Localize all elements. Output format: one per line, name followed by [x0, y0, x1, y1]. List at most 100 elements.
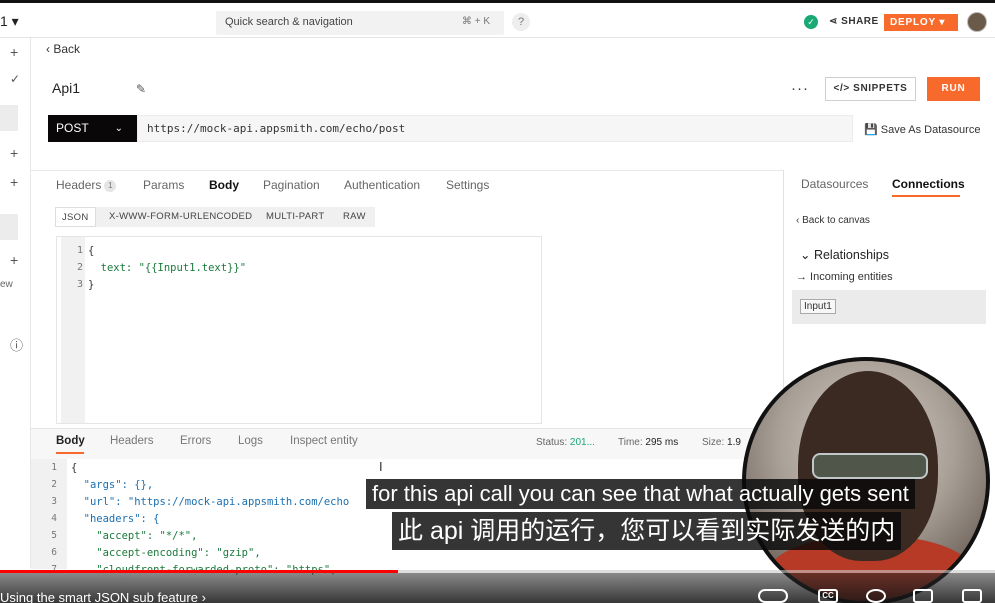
deploy-button[interactable]: DEPLOY ▾ [884, 14, 958, 31]
run-button[interactable]: RUN [927, 77, 980, 101]
time-value: 295 ms [645, 437, 679, 448]
request-tabs: Headers 1 Params Body Pagination Authenti… [31, 170, 783, 198]
tab-headers-label: Headers [56, 178, 102, 192]
code-line: text: "{{Input1.text}}" [88, 262, 247, 274]
back-to-canvas-link[interactable]: ‹ Back to canvas [796, 215, 870, 226]
help-circle-icon[interactable]: ⓘ [10, 335, 23, 354]
json-line: "accept-encoding": "gzip", [71, 547, 261, 559]
tab-authentication[interactable]: Authentication [344, 178, 420, 192]
response-tab-headers[interactable]: Headers [110, 435, 153, 447]
tab-datasources[interactable]: Datasources [801, 177, 868, 191]
miniplayer-icon[interactable] [913, 589, 933, 603]
json-line: "url": "https://mock-api.appsmith.com/ec… [71, 496, 350, 508]
video-progress-fill [0, 570, 398, 573]
time-label: Time: [618, 437, 643, 448]
response-time: Time: 295 ms [618, 437, 678, 448]
http-method-select[interactable]: POST ⌄ [48, 115, 137, 142]
code-line: { [88, 245, 95, 257]
size-value: 1.9 [727, 437, 741, 448]
editor-gutter: 1 2 3 [61, 237, 85, 423]
tab-headers[interactable]: Headers 1 [56, 178, 117, 192]
text-cursor-icon: I [379, 459, 383, 474]
caption-english: for this api call you can see that what … [366, 479, 915, 509]
line-number: 3 [51, 496, 57, 507]
entity-chip-input1[interactable]: Input1 [800, 299, 836, 314]
body-type-json[interactable]: JSON [55, 207, 96, 227]
relationships-toggle[interactable]: ⌄ Relationships [800, 247, 889, 262]
add-icon[interactable]: + [10, 252, 18, 268]
top-divider [0, 0, 995, 3]
add-icon[interactable]: + [10, 145, 18, 161]
size-label: Size: [702, 437, 725, 448]
tab-settings[interactable]: Settings [446, 178, 489, 192]
active-tab-indicator [56, 452, 84, 454]
more-options-icon[interactable]: ··· [791, 80, 809, 97]
url-input[interactable]: https://mock-api.appsmith.com/echo/post [137, 115, 853, 142]
body-type-raw[interactable]: RAW [337, 207, 372, 227]
api-name[interactable]: Api1 [52, 80, 80, 96]
help-icon[interactable]: ? [512, 13, 530, 31]
share-icon: ⋖ [829, 16, 842, 27]
response-tab-body[interactable]: Body [56, 435, 85, 447]
presenter-glasses [812, 453, 928, 479]
headers-count-badge: 1 [104, 180, 117, 192]
line-number: 1 [76, 245, 83, 256]
save-icon: 💾 [864, 124, 881, 136]
chapter-title[interactable]: Using the smart JSON sub feature › [0, 590, 206, 603]
body-type-form-urlencoded[interactable]: X-WWW-FORM-URLENCODED [103, 207, 258, 227]
save-as-datasource-button[interactable]: 💾 Save As Datasource [864, 123, 980, 136]
theater-mode-icon[interactable] [962, 589, 982, 603]
back-link[interactable]: ‹ Back [46, 42, 80, 56]
incoming-entities-heading: → Incoming entities [796, 271, 893, 283]
user-avatar[interactable] [967, 12, 987, 32]
rail-selected-item[interactable] [0, 214, 18, 240]
response-tab-inspect-entity[interactable]: Inspect entity [290, 435, 358, 447]
method-label: POST [56, 121, 89, 135]
response-tab-logs[interactable]: Logs [238, 435, 263, 447]
rail-selected-item[interactable] [0, 105, 18, 131]
body-type-multipart[interactable]: MULTI-PART [260, 207, 330, 227]
tab-pagination[interactable]: Pagination [263, 178, 320, 192]
tab-params[interactable]: Params [143, 178, 184, 192]
line-number: 3 [76, 279, 83, 290]
tab-connections[interactable]: Connections [892, 177, 965, 191]
caption-chinese: 此 api 调用的运行，您可以看到实际发送的内 [392, 512, 902, 550]
autoplay-toggle-icon[interactable] [758, 589, 788, 603]
relationships-label: Relationships [813, 248, 889, 262]
back-to-canvas-label: Back to canvas [802, 215, 870, 226]
pencil-icon[interactable]: ✎ [136, 82, 146, 96]
settings-gear-icon[interactable] [866, 589, 886, 603]
captions-button[interactable]: CC [818, 589, 838, 603]
response-size: Size: 1.9 [702, 437, 741, 448]
line-number: 5 [51, 530, 57, 541]
response-status: Status: 201... [536, 437, 595, 448]
saved-check-icon: ✓ [804, 15, 818, 29]
code-line: } [88, 279, 95, 291]
back-label: Back [53, 42, 81, 56]
json-line: "args": {}, [71, 479, 154, 491]
json-line: "headers": { [71, 513, 160, 525]
line-number: 2 [51, 479, 57, 490]
add-icon[interactable]: + [10, 44, 18, 60]
line-number: 1 [51, 462, 57, 473]
entity-explorer-rail: + ✓ + + + ew ⓘ [0, 38, 31, 568]
search-shortcut: ⌘ + K [461, 16, 490, 27]
app-switcher[interactable]: 1 ▾ [0, 13, 19, 30]
json-line: "accept": "*/*", [71, 530, 198, 542]
share-label: SHARE [841, 16, 879, 27]
search-placeholder: Quick search & navigation [225, 16, 353, 28]
line-number: 6 [51, 547, 57, 558]
body-code-editor[interactable]: 1 2 3 { text: "{{Input1.text}}" } [56, 236, 542, 424]
share-button[interactable]: ⋖ SHARE [829, 16, 879, 27]
snippets-button[interactable]: </> SNIPPETS [825, 77, 916, 101]
check-icon: ✓ [10, 72, 21, 86]
status-label: Status: [536, 437, 568, 448]
add-icon[interactable]: + [10, 174, 18, 190]
quick-search[interactable]: Quick search & navigation ⌘ + K [216, 11, 504, 35]
line-number: 4 [51, 513, 57, 524]
response-tab-errors[interactable]: Errors [180, 435, 211, 447]
rail-label-fragment: ew [0, 279, 13, 290]
tab-body[interactable]: Body [209, 178, 239, 192]
body-type-selector: JSON X-WWW-FORM-URLENCODED MULTI-PART RA… [55, 207, 375, 227]
incoming-entities-list: Input1 [792, 290, 986, 324]
